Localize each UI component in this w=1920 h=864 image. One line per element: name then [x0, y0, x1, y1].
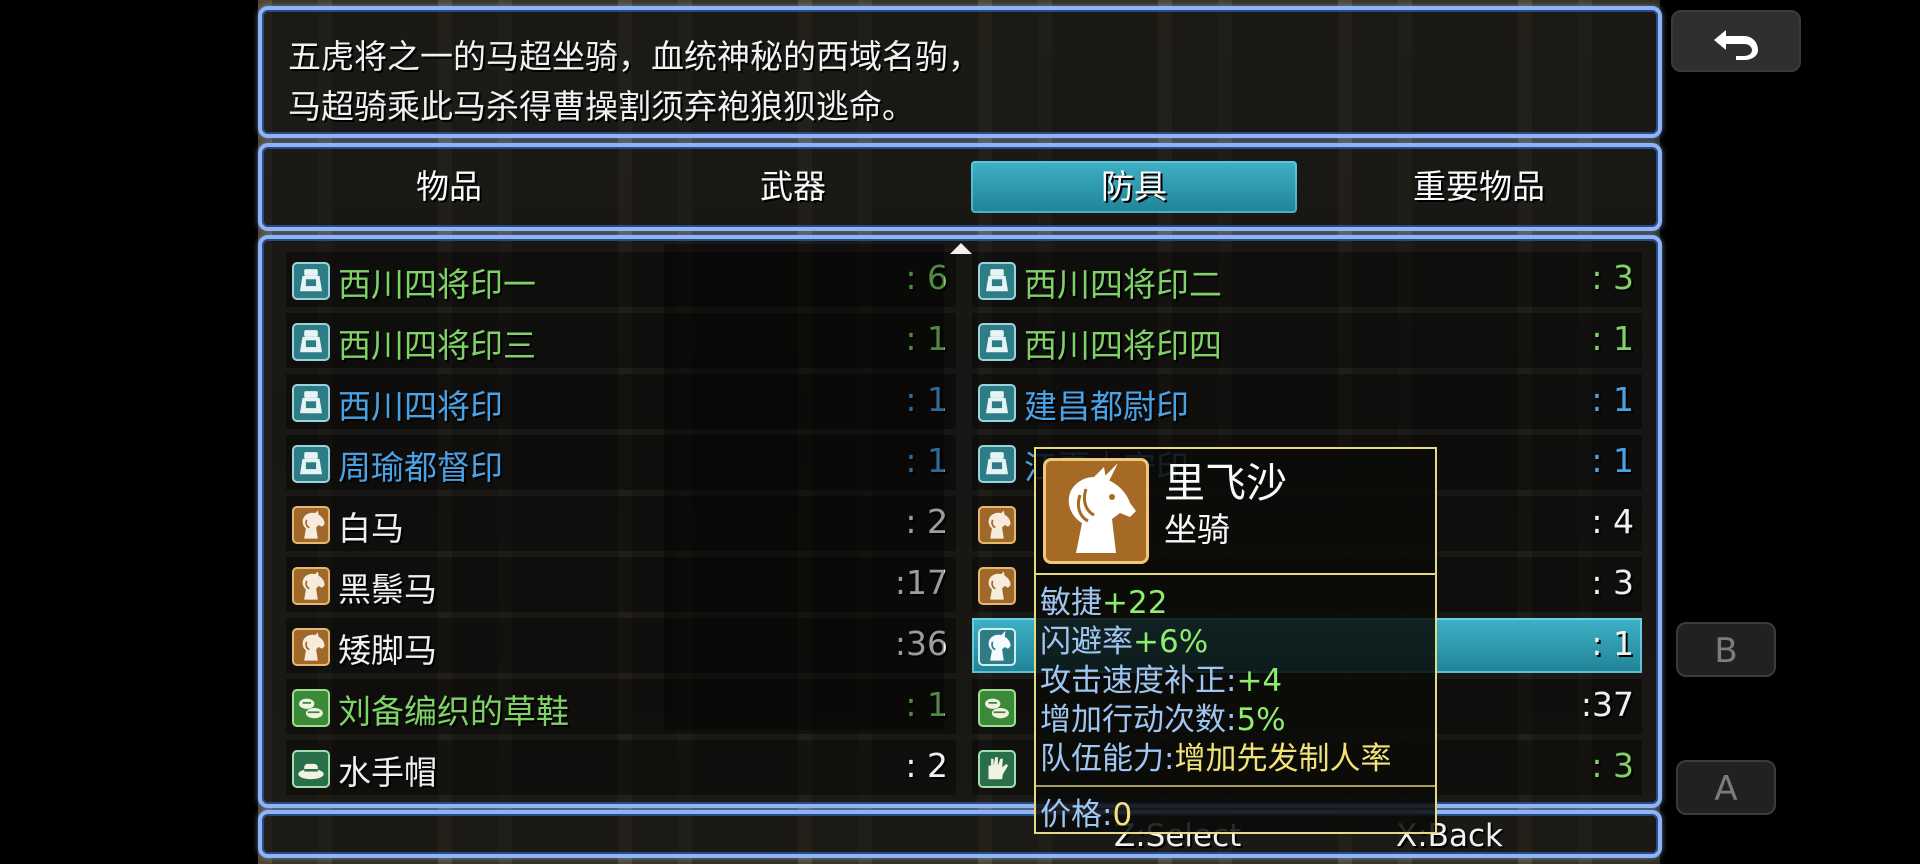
help-window: 五虎将之一的马超坐骑，血统神秘的西域名驹， 马超骑乘此马杀得曹操割须弃袍狼狈逃命…: [258, 6, 1662, 138]
horse-icon: [292, 567, 330, 605]
price-label: 价格:: [1040, 797, 1113, 833]
item-name: 矮脚马: [338, 631, 437, 670]
detail-stat-line: 队伍能力:增加先发制人率: [1040, 733, 1391, 778]
detail-item-type: 坐骑: [1164, 510, 1230, 549]
item-count: : 2: [905, 746, 948, 785]
item-name: 水手帽: [338, 753, 437, 792]
item-row[interactable]: 西川四将印四 : 1: [972, 313, 1642, 368]
seal-icon: [978, 262, 1016, 300]
help-text-line-1: 五虎将之一的马超坐骑，血统神秘的西域名驹，: [288, 37, 981, 76]
item-row[interactable]: 建昌都尉印 : 1: [972, 374, 1642, 429]
horse-icon: [292, 628, 330, 666]
detail-header: 里飞沙 坐骑: [1036, 449, 1435, 575]
item-name: 西川四将印三: [338, 326, 536, 365]
seal-icon: [292, 262, 330, 300]
item-detail-popup: 里飞沙 坐骑 敏捷+22 闪避率+6% 攻击速度补正:+4 增加行动次数:5% 队伍能力…: [1034, 447, 1437, 834]
price-value: 0: [1112, 797, 1133, 833]
item-count: : 3: [1591, 258, 1634, 297]
item-row[interactable]: 水手帽 : 2: [286, 740, 956, 795]
seal-icon: [292, 323, 330, 361]
key-hint-window: Z:Select X:Back: [258, 810, 1662, 858]
list-shadow-overlay: [664, 244, 944, 730]
stat-value: 增加先发制人率: [1174, 741, 1392, 777]
hat-icon: [292, 750, 330, 788]
horse-icon: [978, 506, 1016, 544]
item-name: 白马: [338, 509, 404, 548]
item-count: : 1: [1591, 380, 1634, 419]
tab-armor[interactable]: 防具: [971, 161, 1297, 213]
item-name: 黑鬃马: [338, 570, 437, 609]
shoes-icon: [978, 689, 1016, 727]
stat-label: 队伍能力:: [1040, 741, 1175, 777]
tab-weapons[interactable]: 武器: [630, 161, 956, 213]
horse-icon: [978, 567, 1016, 605]
seal-icon: [292, 384, 330, 422]
item-count: : 4: [1591, 502, 1634, 541]
item-name: 建昌都尉印: [1024, 387, 1189, 426]
item-name: 西川四将印二: [1024, 265, 1222, 304]
unicorn-icon: [978, 628, 1016, 666]
unicorn-icon: [1043, 458, 1149, 564]
item-name: 周瑜都督印: [338, 448, 503, 487]
item-name: 刘备编织的草鞋: [338, 692, 569, 731]
price-divider: [1036, 785, 1435, 787]
item-count: : 1: [1591, 319, 1634, 358]
return-arrow-icon: [1714, 30, 1758, 60]
detail-price: 价格:0: [1040, 789, 1132, 834]
category-window: 物品 武器 防具 重要物品: [258, 143, 1662, 231]
item-name: 西川四将印一: [338, 265, 536, 304]
b-button[interactable]: B: [1676, 622, 1776, 677]
item-list-window: 西川四将印一: 6 西川四将印二: 3 西川四将印三: 1 西川四将印四: 1 西川四将…: [258, 235, 1662, 808]
tab-key-items[interactable]: 重要物品: [1316, 161, 1642, 213]
seal-icon: [978, 323, 1016, 361]
detail-item-name: 里飞沙: [1164, 459, 1287, 507]
item-row[interactable]: 西川四将印二 : 3: [972, 252, 1642, 307]
seal-icon: [292, 445, 330, 483]
item-count: : 1: [1591, 441, 1634, 480]
scroll-up-arrow-icon[interactable]: [950, 243, 972, 254]
help-text-line-2: 马超骑乘此马杀得曹操割须弃袍狼狈逃命。: [288, 87, 915, 126]
shoes-icon: [292, 689, 330, 727]
item-count: :37: [1580, 685, 1634, 724]
seal-icon: [978, 384, 1016, 422]
tab-items[interactable]: 物品: [286, 161, 612, 213]
item-count: : 3: [1591, 563, 1634, 602]
item-name: 西川四将印: [338, 387, 503, 426]
item-count: : 1: [1591, 624, 1634, 663]
seal-icon: [978, 445, 1016, 483]
item-name: 西川四将印四: [1024, 326, 1222, 365]
item-count: : 3: [1591, 746, 1634, 785]
a-button[interactable]: A: [1676, 760, 1776, 815]
horse-icon: [292, 506, 330, 544]
back-button[interactable]: [1671, 10, 1801, 72]
glove-icon: [978, 750, 1016, 788]
